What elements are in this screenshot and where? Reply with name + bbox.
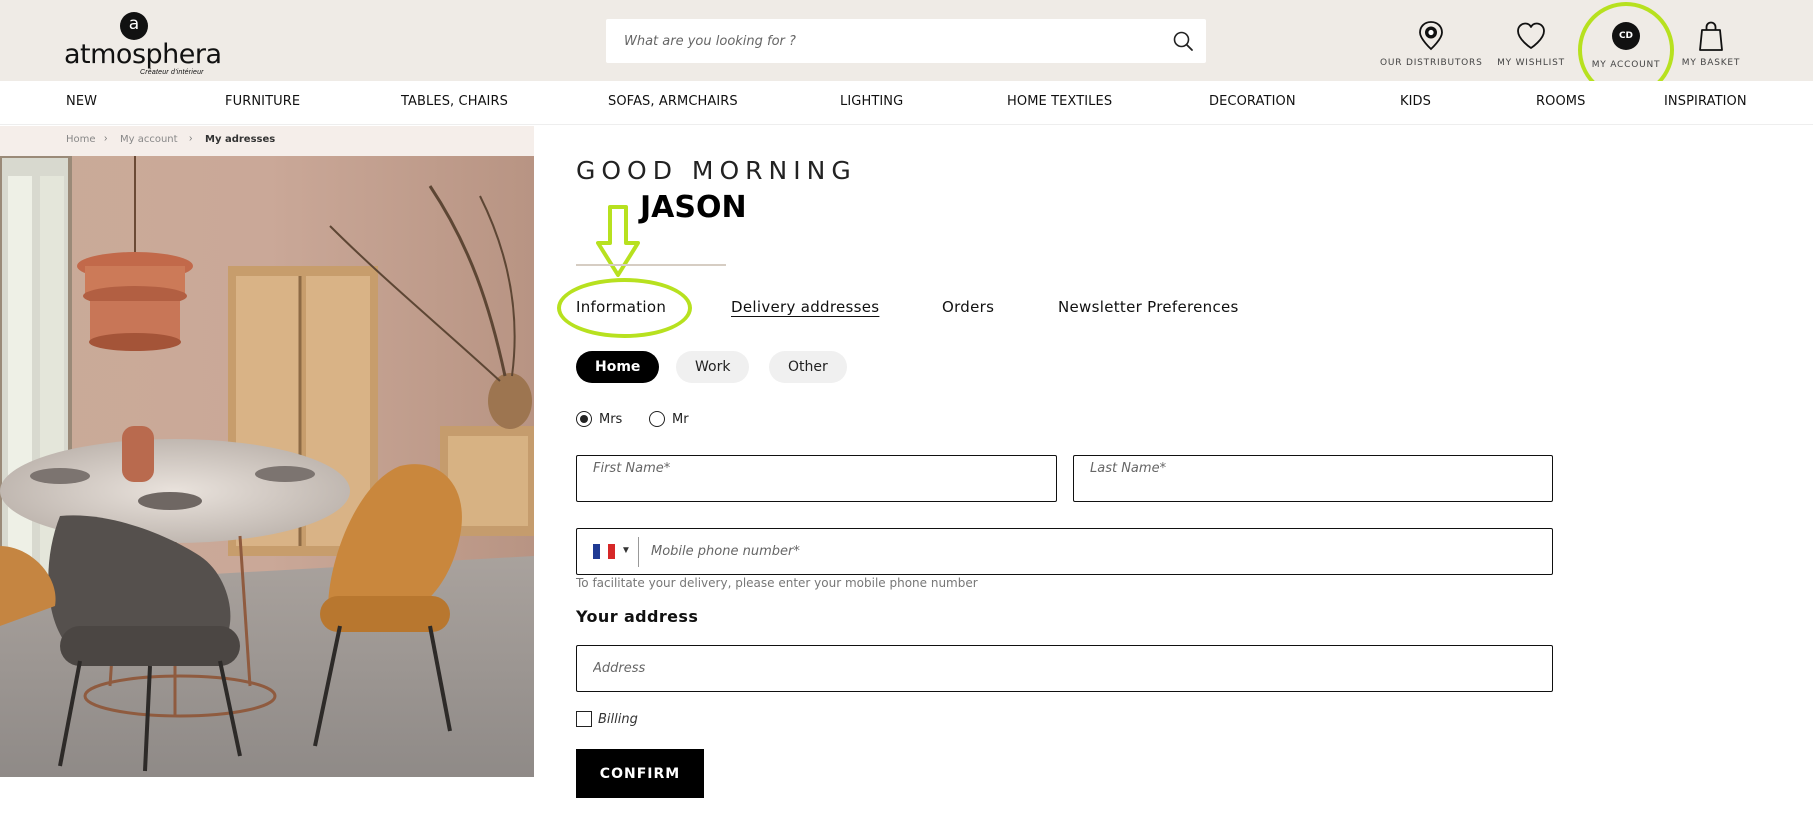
address-type-work[interactable]: Work — [676, 351, 750, 383]
main-navigation: NEW FURNITURE TABLES, CHAIRS SOFAS, ARMC… — [0, 81, 1813, 125]
logo-wordmark: atmosphera — [64, 39, 222, 70]
radio-mr-indicator — [649, 411, 665, 427]
logo-mark-icon — [120, 12, 148, 40]
last-name-field-box — [1073, 446, 1553, 502]
address-input[interactable] — [593, 646, 1533, 691]
down-arrow-annotation-icon — [596, 205, 640, 277]
first-name-field-box — [576, 446, 1057, 502]
confirm-button[interactable]: CONFIRM — [576, 749, 704, 798]
tab-information[interactable]: Information — [576, 298, 666, 316]
nav-sofas-armchairs[interactable]: SOFAS, ARMCHAIRS — [608, 94, 738, 109]
search-icon[interactable] — [1172, 30, 1194, 52]
address-field-box — [576, 645, 1553, 692]
radio-mrs-indicator — [576, 411, 592, 427]
our-distributors-link[interactable]: OUR DISTRIBUTORS — [1380, 20, 1482, 70]
basket-label: MY BASKET — [1681, 58, 1741, 68]
address-type-other[interactable]: Other — [769, 351, 847, 383]
search-bar — [606, 19, 1206, 63]
nav-decoration[interactable]: DECORATION — [1209, 94, 1296, 109]
nav-lighting[interactable]: LIGHTING — [840, 94, 903, 109]
nav-tables-chairs[interactable]: TABLES, CHAIRS — [401, 94, 508, 109]
nav-new[interactable]: NEW — [66, 94, 97, 109]
logo-tagline: Créateur d'intérieur — [140, 69, 204, 76]
nav-home-textiles[interactable]: HOME TEXTILES — [1007, 94, 1112, 109]
billing-checkbox[interactable]: Billing — [576, 711, 638, 727]
distributors-label: OUR DISTRIBUTORS — [1380, 58, 1483, 68]
country-dropdown-chevron-icon[interactable]: ▼ — [621, 545, 631, 556]
dining-room-photo — [0, 156, 534, 777]
france-flag-icon[interactable] — [593, 544, 615, 559]
my-basket-link[interactable]: MY BASKET — [1680, 20, 1742, 70]
shopping-bag-icon — [1699, 21, 1723, 51]
my-account-link[interactable]: CD MY ACCOUNT — [1586, 20, 1666, 70]
user-name: JASON — [640, 190, 747, 225]
tab-orders[interactable]: Orders — [942, 298, 994, 316]
billing-checkbox-box — [576, 711, 592, 727]
breadcrumb-current: My adresses — [205, 134, 276, 145]
radio-mr[interactable]: Mr — [649, 411, 689, 427]
billing-label: Billing — [598, 711, 638, 727]
nav-rooms[interactable]: ROOMS — [1536, 94, 1585, 109]
nav-inspiration[interactable]: INSPIRATION — [1664, 94, 1747, 109]
your-address-heading: Your address — [576, 607, 699, 626]
breadcrumb: Home › My account › My adresses — [0, 126, 534, 156]
search-input[interactable] — [624, 19, 1164, 63]
map-pin-icon — [1419, 21, 1443, 51]
breadcrumb-separator: › — [104, 133, 108, 144]
phone-field-box: ▼ — [576, 528, 1553, 575]
breadcrumb-home[interactable]: Home — [66, 134, 96, 145]
phone-hint-text: To facilitate your delivery, please ente… — [576, 576, 978, 590]
radio-mrs[interactable]: Mrs — [576, 411, 622, 427]
wishlist-label: MY WISHLIST — [1497, 58, 1565, 68]
first-name-input[interactable] — [593, 446, 1033, 491]
breadcrumb-separator: › — [189, 133, 193, 144]
tab-newsletter-preferences[interactable]: Newsletter Preferences — [1058, 298, 1239, 316]
account-label: MY ACCOUNT — [1591, 60, 1661, 70]
greeting-title: GOOD MORNING — [576, 156, 857, 185]
address-type-home[interactable]: Home — [576, 351, 660, 383]
phone-field-divider — [638, 537, 639, 567]
tab-delivery-addresses[interactable]: Delivery addresses — [731, 298, 879, 316]
nav-furniture[interactable]: FURNITURE — [225, 94, 300, 109]
heart-icon — [1517, 22, 1545, 49]
mobile-phone-input[interactable] — [651, 529, 1531, 574]
nav-kids[interactable]: KIDS — [1400, 94, 1431, 109]
my-wishlist-link[interactable]: MY WISHLIST — [1494, 20, 1568, 70]
breadcrumb-account[interactable]: My account — [120, 134, 178, 145]
radio-mr-label: Mr — [672, 411, 689, 427]
radio-mrs-label: Mrs — [599, 411, 623, 427]
last-name-input[interactable] — [1090, 446, 1530, 491]
account-avatar: CD — [1612, 22, 1640, 50]
greeting-underline — [576, 264, 726, 266]
site-header: atmosphera Créateur d'intérieur OUR DIST… — [0, 0, 1813, 98]
atmosphera-logo[interactable]: atmosphera Créateur d'intérieur — [64, 12, 222, 76]
